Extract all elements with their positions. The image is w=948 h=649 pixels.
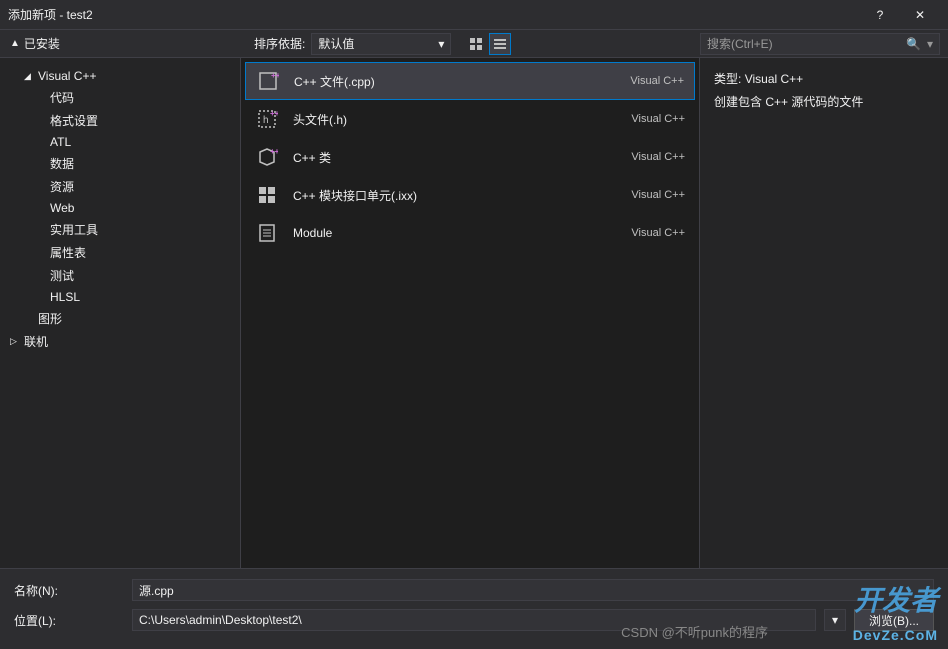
location-input[interactable] (132, 609, 816, 631)
chevron-down-icon: ▾ (438, 37, 444, 51)
tree-item-9[interactable]: HLSL (0, 287, 240, 307)
view-grid-button[interactable] (465, 33, 487, 55)
help-button[interactable]: ? (860, 0, 900, 30)
dropdown-icon: ▾ (927, 37, 933, 51)
name-label: 名称(N): (14, 582, 124, 599)
tree-visual-cpp[interactable]: ◢ Visual C++ (0, 66, 240, 86)
template-row-1[interactable]: h++ 头文件(.h) Visual C++ (245, 100, 695, 138)
view-list-button[interactable] (489, 33, 511, 55)
h-file-icon: h++ (255, 107, 279, 131)
sort-label: 排序依据: (254, 35, 305, 52)
tree-item-3[interactable]: 数据 (0, 152, 240, 175)
template-name: C++ 模块接口单元(.ixx) (293, 187, 617, 204)
tree-item-1[interactable]: 格式设置 (0, 109, 240, 132)
search-placeholder: 搜索(Ctrl+E) (707, 35, 773, 52)
toolbar: ▲ 已安装 排序依据: 默认值 ▾ 搜索(Ctrl+E) 🔍 ▾ (0, 30, 948, 58)
template-name: 头文件(.h) (293, 111, 617, 128)
sort-dropdown[interactable]: 默认值 ▾ (311, 33, 451, 55)
bottom-form: 名称(N): 位置(L): ▾ 浏览(B)... (0, 568, 948, 649)
tree-item-4[interactable]: 资源 (0, 175, 240, 198)
browse-button[interactable]: 浏览(B)... (854, 609, 934, 631)
tree-item-7[interactable]: 属性表 (0, 241, 240, 264)
module-file-icon (255, 183, 279, 207)
main-area: ◢ Visual C++ 代码格式设置ATL数据资源Web实用工具属性表测试HL… (0, 58, 948, 568)
name-input[interactable] (132, 579, 934, 601)
template-lang: Visual C++ (630, 75, 684, 87)
tree-item-5[interactable]: Web (0, 198, 240, 218)
svg-text:++: ++ (270, 147, 278, 156)
window-title: 添加新项 - test2 (8, 6, 860, 23)
svg-text:h: h (263, 115, 269, 126)
template-row-3[interactable]: C++ 模块接口单元(.ixx) Visual C++ (245, 176, 695, 214)
template-lang: Visual C++ (631, 189, 685, 201)
search-input[interactable]: 搜索(Ctrl+E) 🔍 ▾ (700, 33, 940, 55)
template-name: C++ 类 (293, 149, 617, 166)
template-row-0[interactable]: ++ C++ 文件(.cpp) Visual C++ (245, 62, 695, 100)
list-icon (494, 38, 506, 50)
template-name: C++ 文件(.cpp) (294, 73, 616, 90)
type-label: 类型: (714, 72, 741, 86)
cpp-file-icon: ++ (256, 69, 280, 93)
tree-item-0[interactable]: 代码 (0, 86, 240, 109)
tree-online[interactable]: ▷ 联机 (0, 330, 240, 353)
svg-text:++: ++ (270, 109, 278, 118)
tree-item-8[interactable]: 测试 (0, 264, 240, 287)
template-lang: Visual C++ (631, 227, 685, 239)
titlebar: 添加新项 - test2 ? ✕ (0, 0, 948, 30)
grid-icon (470, 38, 482, 50)
triangle-down-icon: ▲ (10, 38, 20, 49)
template-lang: Visual C++ (631, 113, 685, 125)
template-list: ++ C++ 文件(.cpp) Visual C++h++ 头文件(.h) Vi… (240, 58, 700, 568)
template-name: Module (293, 226, 617, 240)
details-pane: 类型: Visual C++ 创建包含 C++ 源代码的文件 (700, 58, 948, 568)
type-value: Visual C++ (745, 72, 803, 86)
tree-item-2[interactable]: ATL (0, 132, 240, 152)
triangle-right-icon: ▷ (10, 336, 20, 347)
template-row-4[interactable]: Module Visual C++ (245, 214, 695, 252)
sort-value: 默认值 (318, 35, 354, 52)
close-button[interactable]: ✕ (900, 0, 940, 30)
doc-file-icon (255, 221, 279, 245)
svg-text:++: ++ (271, 71, 279, 80)
installed-header[interactable]: ▲ 已安装 (0, 35, 240, 52)
triangle-down-icon: ◢ (24, 71, 34, 82)
template-row-2[interactable]: ++ C++ 类 Visual C++ (245, 138, 695, 176)
class-file-icon: ++ (255, 145, 279, 169)
search-icon: 🔍 (906, 37, 921, 51)
location-dropdown[interactable]: ▾ (824, 609, 846, 631)
category-tree: ◢ Visual C++ 代码格式设置ATL数据资源Web实用工具属性表测试HL… (0, 58, 240, 568)
installed-label: 已安装 (24, 35, 60, 52)
description: 创建包含 C++ 源代码的文件 (714, 93, 934, 110)
tree-graphics[interactable]: 图形 (0, 307, 240, 330)
tree-item-6[interactable]: 实用工具 (0, 218, 240, 241)
template-lang: Visual C++ (631, 151, 685, 163)
location-label: 位置(L): (14, 612, 124, 629)
